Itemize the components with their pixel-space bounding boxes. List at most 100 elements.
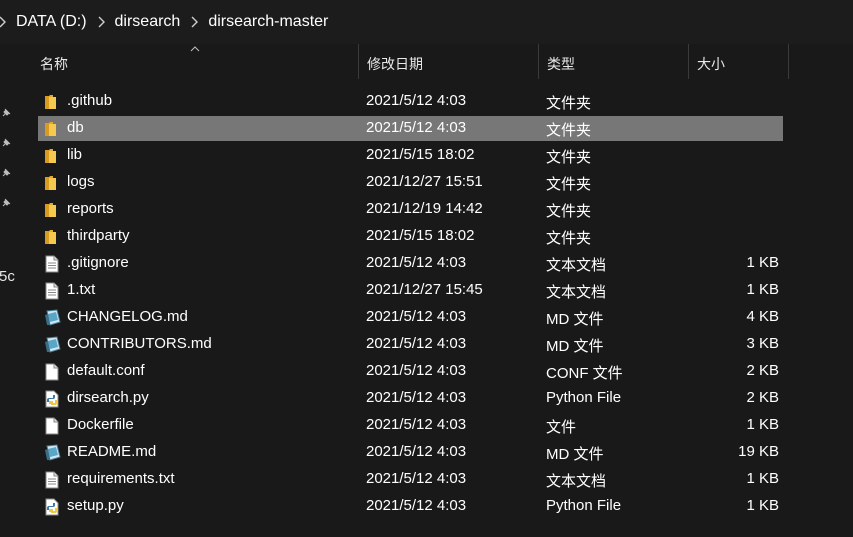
file-modified-date: 2021/5/12 4:03: [366, 308, 467, 325]
file-name: thirdparty: [67, 227, 130, 244]
file-modified-date: 2021/5/12 4:03: [366, 119, 467, 136]
file-modified-date: 2021/5/12 4:03: [366, 416, 467, 433]
file-row[interactable]: setup.py 2021/5/12 4:03 Python File 1 KB: [38, 494, 783, 519]
file-row[interactable]: dirsearch.py 2021/5/12 4:03 Python File 2 K…: [38, 386, 783, 411]
file-type: CONF 文件: [546, 365, 623, 382]
file-row[interactable]: reports 2021/12/19 14:42 文件夹: [38, 197, 783, 222]
file-name: dirsearch.py: [67, 389, 149, 406]
file-row[interactable]: 1.txt 2021/12/27 15:45 文本文档 1 KB: [38, 278, 783, 303]
file-type: 文件夹: [546, 122, 592, 139]
file-name: lib: [67, 146, 83, 163]
file-row[interactable]: thirdparty 2021/5/15 18:02 文件夹: [38, 224, 783, 249]
blank-file-icon: [44, 417, 60, 435]
file-name: reports: [67, 200, 114, 217]
file-modified-date: 2021/12/27 15:45: [366, 281, 483, 298]
file-type: 文件夹: [546, 149, 592, 166]
breadcrumb: DATA (D:) dirsearch dirsearch-master: [0, 0, 853, 44]
column-header-row: 名称 修改日期 类型 大小: [18, 44, 853, 79]
file-type: 文本文档: [546, 284, 607, 301]
python-file-icon: [44, 390, 60, 408]
pin-icon[interactable]: [0, 106, 12, 118]
file-size: 2 KB: [746, 389, 779, 406]
file-type: 文件夹: [546, 230, 592, 247]
column-header-size[interactable]: 大小: [689, 44, 789, 79]
file-type: 文本文档: [546, 257, 607, 274]
file-row[interactable]: CHANGELOG.md 2021/5/12 4:03 MD 文件 4 KB: [38, 305, 783, 330]
file-type: 文件夹: [546, 203, 592, 220]
file-type: Python File: [546, 497, 622, 514]
file-size: 1 KB: [746, 416, 779, 433]
file-name: logs: [67, 173, 95, 190]
text-file-icon: [44, 282, 60, 300]
markdown-file-icon: [44, 336, 61, 354]
file-row[interactable]: logs 2021/12/27 15:51 文件夹: [38, 170, 783, 195]
breadcrumb-item-dirsearch-master[interactable]: dirsearch-master: [206, 13, 330, 31]
file-row[interactable]: lib 2021/5/15 18:02 文件夹: [38, 143, 783, 168]
file-size: 1 KB: [746, 497, 779, 514]
file-row[interactable]: Dockerfile 2021/5/12 4:03 文件 1 KB: [38, 413, 783, 438]
file-size: 19 KB: [738, 443, 779, 460]
pin-icon[interactable]: [0, 196, 12, 208]
file-modified-date: 2021/5/12 4:03: [366, 443, 467, 460]
chevron-right-icon[interactable]: [0, 14, 10, 30]
file-modified-date: 2021/5/12 4:03: [366, 362, 467, 379]
folder-icon: [44, 201, 60, 219]
file-modified-date: 2021/5/12 4:03: [366, 254, 467, 271]
blank-file-icon: [44, 363, 60, 381]
folder-icon: [44, 120, 60, 138]
file-type: MD 文件: [546, 446, 604, 463]
file-name: 1.txt: [67, 281, 96, 298]
file-row[interactable]: .github 2021/5/12 4:03 文件夹: [38, 89, 783, 114]
text-file-icon: [44, 255, 60, 273]
folder-icon: [44, 228, 60, 246]
file-size: 4 KB: [746, 308, 779, 325]
file-row[interactable]: README.md 2021/5/12 4:03 MD 文件 19 KB: [38, 440, 783, 465]
file-row[interactable]: .gitignore 2021/5/12 4:03 文本文档 1 KB: [38, 251, 783, 276]
file-name: CHANGELOG.md: [67, 308, 188, 325]
file-type: 文件: [546, 419, 577, 436]
file-list: 名称 修改日期 类型 大小 .github 2021/5/12 4:03 文件夹 db…: [18, 44, 853, 537]
navigation-pane: 5c: [0, 44, 18, 537]
file-row[interactable]: default.conf 2021/5/12 4:03 CONF 文件 2 KB: [38, 359, 783, 384]
file-modified-date: 2021/5/12 4:03: [366, 470, 467, 487]
file-name: setup.py: [67, 497, 124, 514]
file-row[interactable]: requirements.txt 2021/5/12 4:03 文本文档 1 KB: [38, 467, 783, 492]
file-name: Dockerfile: [67, 416, 134, 433]
markdown-file-icon: [44, 444, 61, 462]
file-size: 1 KB: [746, 254, 779, 271]
file-type: 文本文档: [546, 473, 607, 490]
nav-item-label[interactable]: 5c: [0, 268, 15, 285]
file-modified-date: 2021/5/15 18:02: [366, 146, 475, 163]
file-name: default.conf: [67, 362, 145, 379]
file-size: 2 KB: [746, 362, 779, 379]
file-row[interactable]: db 2021/5/12 4:03 文件夹: [38, 116, 783, 141]
file-name: .github: [67, 92, 113, 109]
file-modified-date: 2021/5/15 18:02: [366, 227, 475, 244]
text-file-icon: [44, 471, 60, 489]
file-explorer-window: DATA (D:) dirsearch dirsearch-master 5c …: [0, 0, 853, 537]
breadcrumb-item-dirsearch[interactable]: dirsearch: [113, 13, 183, 31]
column-header-date[interactable]: 修改日期: [359, 44, 539, 79]
file-size: 1 KB: [746, 281, 779, 298]
column-header-type[interactable]: 类型: [539, 44, 689, 79]
file-modified-date: 2021/5/12 4:03: [366, 335, 467, 352]
file-modified-date: 2021/5/12 4:03: [366, 497, 467, 514]
folder-icon: [44, 93, 60, 111]
folder-icon: [44, 147, 60, 165]
file-modified-date: 2021/12/27 15:51: [366, 173, 483, 190]
chevron-right-icon[interactable]: [93, 14, 109, 30]
file-name: README.md: [67, 443, 157, 460]
pin-icon[interactable]: [0, 136, 12, 148]
file-type: 文件夹: [546, 95, 592, 112]
file-modified-date: 2021/5/12 4:03: [366, 389, 467, 406]
file-type: MD 文件: [546, 311, 604, 328]
file-size: 1 KB: [746, 470, 779, 487]
column-header-name[interactable]: 名称: [32, 44, 359, 79]
breadcrumb-item-drive[interactable]: DATA (D:): [14, 13, 89, 31]
pin-icon[interactable]: [0, 166, 12, 178]
file-size: 3 KB: [746, 335, 779, 352]
file-modified-date: 2021/12/19 14:42: [366, 200, 483, 217]
chevron-right-icon[interactable]: [186, 14, 202, 30]
file-row[interactable]: CONTRIBUTORS.md 2021/5/12 4:03 MD 文件 3 KB: [38, 332, 783, 357]
file-type: 文件夹: [546, 176, 592, 193]
